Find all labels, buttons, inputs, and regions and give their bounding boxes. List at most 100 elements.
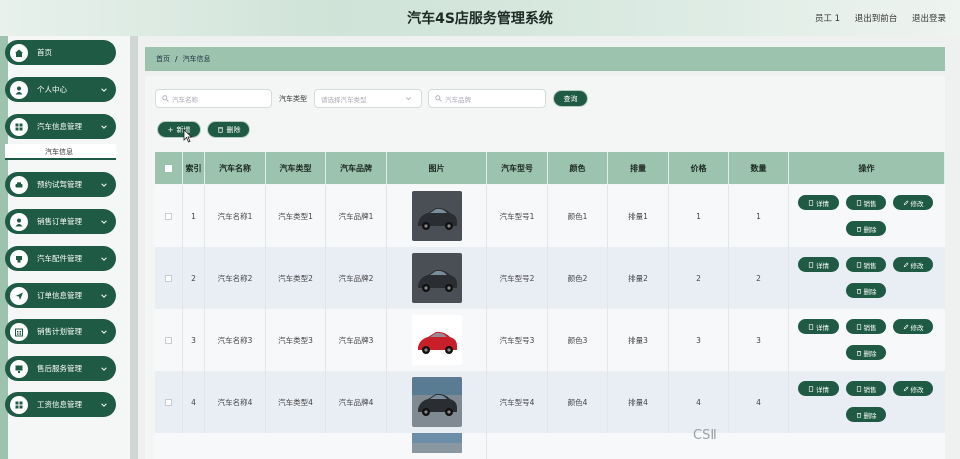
detail-button[interactable]: 详情: [798, 381, 839, 396]
select-all-checkbox[interactable]: [165, 164, 172, 172]
edit-button[interactable]: 修改: [893, 195, 933, 210]
sidebar-accent-strip: [0, 36, 8, 459]
pencil-icon: [903, 199, 909, 205]
row-checkbox-cell[interactable]: [155, 185, 183, 247]
query-button[interactable]: 查询: [553, 90, 588, 107]
sidebar-item-2[interactable]: 个人中心: [5, 77, 116, 102]
sidebar-item-label: 汽车信息管理: [37, 122, 82, 131]
detail-label: 详情: [816, 199, 829, 208]
sidebar-scrollbar[interactable]: [130, 36, 138, 459]
top-header: 汽车4S店服务管理系统 员工 1 退出到前台 退出登录: [0, 0, 960, 36]
breadcrumb-home[interactable]: 首页: [156, 55, 170, 63]
chevron-down-icon: [101, 87, 107, 92]
chevron-down-icon: [101, 124, 107, 129]
row-checkbox[interactable]: [165, 398, 172, 406]
sidebar-item-10[interactable]: 工资信息管理: [5, 392, 116, 417]
edit-button[interactable]: 修改: [893, 381, 933, 396]
car-brand-placeholder: 汽车品牌: [445, 95, 471, 104]
grid-icon: [15, 401, 23, 408]
cell-displacement: 排量1: [608, 185, 669, 247]
sidebar-item-3[interactable]: 汽车信息管理: [5, 114, 116, 139]
table-row: 1 汽车名称1 汽车类型1 汽车品牌1 汽车型号1 颜色1 排量1 1 1 详情 销售 修改 删除: [155, 185, 945, 247]
delete-label: 删除: [863, 287, 877, 296]
monitor-icon: [15, 365, 23, 373]
car-type-select[interactable]: 请选择汽车类型: [314, 89, 422, 108]
home-icon-wrap: [10, 43, 28, 62]
sell-button[interactable]: 销售: [846, 381, 886, 396]
cell-displacement: 排量4: [608, 371, 669, 433]
sell-button[interactable]: 销售: [846, 257, 886, 272]
cell-price: 2: [669, 247, 729, 309]
car-photo: [411, 191, 462, 241]
cell-qty: 1: [729, 185, 789, 247]
cell-model: 汽车型号2: [487, 247, 548, 309]
row-checkbox[interactable]: [165, 274, 172, 282]
car-name-input[interactable]: 汽车名称: [155, 89, 272, 108]
sidebar-item-6[interactable]: 汽车配件管理: [5, 246, 116, 271]
delete-button[interactable]: 删除: [846, 407, 886, 422]
trash-icon: [217, 127, 223, 133]
sidebar-item-4[interactable]: 预约试驾管理: [5, 172, 116, 197]
back-to-front-link[interactable]: 退出到前台: [855, 14, 898, 24]
table-row: 3 汽车名称3 汽车类型3 汽车品牌3 汽车型号3 颜色3 排量3 3 3 详情 销售 修改 删除: [155, 309, 945, 371]
detail-button[interactable]: 详情: [798, 319, 839, 334]
delete-button[interactable]: 删除: [846, 283, 886, 298]
breadcrumb-current: 汽车信息: [182, 55, 211, 63]
cell-color: 颜色3: [548, 309, 608, 371]
sidebar-item-7[interactable]: 订单信息管理: [5, 283, 116, 308]
cell-color: 颜色1: [548, 185, 608, 247]
send-icon-wrap: [10, 286, 28, 305]
sidebar-item-8[interactable]: 销售计划管理: [5, 319, 116, 344]
sidebar-item-label: 工资信息管理: [37, 400, 82, 409]
cell-brand: 汽车品牌4: [326, 371, 387, 433]
row-checkbox[interactable]: [165, 336, 172, 344]
logout-link[interactable]: 退出登录: [912, 14, 946, 24]
sidebar-item-label: 预约试驾管理: [37, 180, 82, 189]
trash-icon: [856, 350, 861, 356]
sidebar-item-1[interactable]: 首页: [5, 40, 116, 65]
row-checkbox-cell[interactable]: [155, 371, 183, 433]
chevron-down-icon: [101, 182, 107, 187]
trash-icon: [856, 226, 861, 232]
cell-color: 颜色2: [548, 247, 608, 309]
breadcrumb: 首页 / 汽车信息: [145, 47, 945, 71]
col-header-type: 汽车类型: [266, 152, 326, 184]
chevron-down-icon: [101, 293, 107, 298]
document-icon: [808, 261, 814, 268]
delete-button[interactable]: 删除: [846, 345, 886, 360]
row-checkbox-cell[interactable]: [155, 247, 183, 309]
col-header-model: 汽车型号: [487, 152, 548, 184]
header-links: 员工 1 退出到前台 退出登录: [803, 12, 946, 24]
col-header-price: 价格: [669, 152, 729, 184]
edit-button[interactable]: 修改: [893, 319, 933, 334]
cell-model: 汽车型号1: [487, 185, 548, 247]
bulk-delete-button[interactable]: 删除: [207, 121, 250, 138]
sell-button[interactable]: 销售: [846, 319, 886, 334]
col-header-check[interactable]: [155, 152, 183, 184]
row-checkbox-cell[interactable]: [155, 309, 183, 371]
edit-button[interactable]: 修改: [893, 257, 933, 272]
row-checkbox[interactable]: [165, 212, 172, 220]
detail-label: 详情: [816, 385, 829, 394]
cell-brand: 汽车品牌3: [326, 309, 387, 371]
detail-button[interactable]: 详情: [798, 195, 839, 210]
sell-button[interactable]: 销售: [846, 195, 886, 210]
car-brand-input[interactable]: 汽车品牌: [428, 89, 546, 108]
delete-button[interactable]: 删除: [846, 221, 886, 236]
cell-name: 汽车名称2: [205, 247, 266, 309]
user-icon: [15, 218, 23, 226]
cell-qty: 3: [729, 309, 789, 371]
parts-icon-wrap: [10, 249, 28, 268]
sidebar-item-5[interactable]: 销售订单管理: [5, 209, 116, 234]
cell-index: 4: [183, 371, 205, 433]
mouse-cursor-icon: [183, 129, 193, 143]
edit-label: 修改: [910, 323, 924, 332]
table-header: 索引 汽车名称 汽车类型 汽车品牌 图片 汽车型号 颜色 排量 价格 数量 操作: [155, 152, 945, 184]
table-row: 4 汽车名称4 汽车类型4 汽车品牌4 汽车型号4 颜色4 排量4 4 4 详情 销售 修改 删除: [155, 371, 945, 433]
submenu-item-car-info[interactable]: 汽车信息: [5, 144, 116, 160]
sidebar-item-9[interactable]: 售后服务管理: [5, 356, 116, 381]
detail-button[interactable]: 详情: [798, 257, 839, 272]
row-actions: 详情 销售 修改 删除: [789, 185, 945, 247]
add-button[interactable]: + 新增: [157, 121, 201, 138]
document-icon: [808, 385, 814, 392]
